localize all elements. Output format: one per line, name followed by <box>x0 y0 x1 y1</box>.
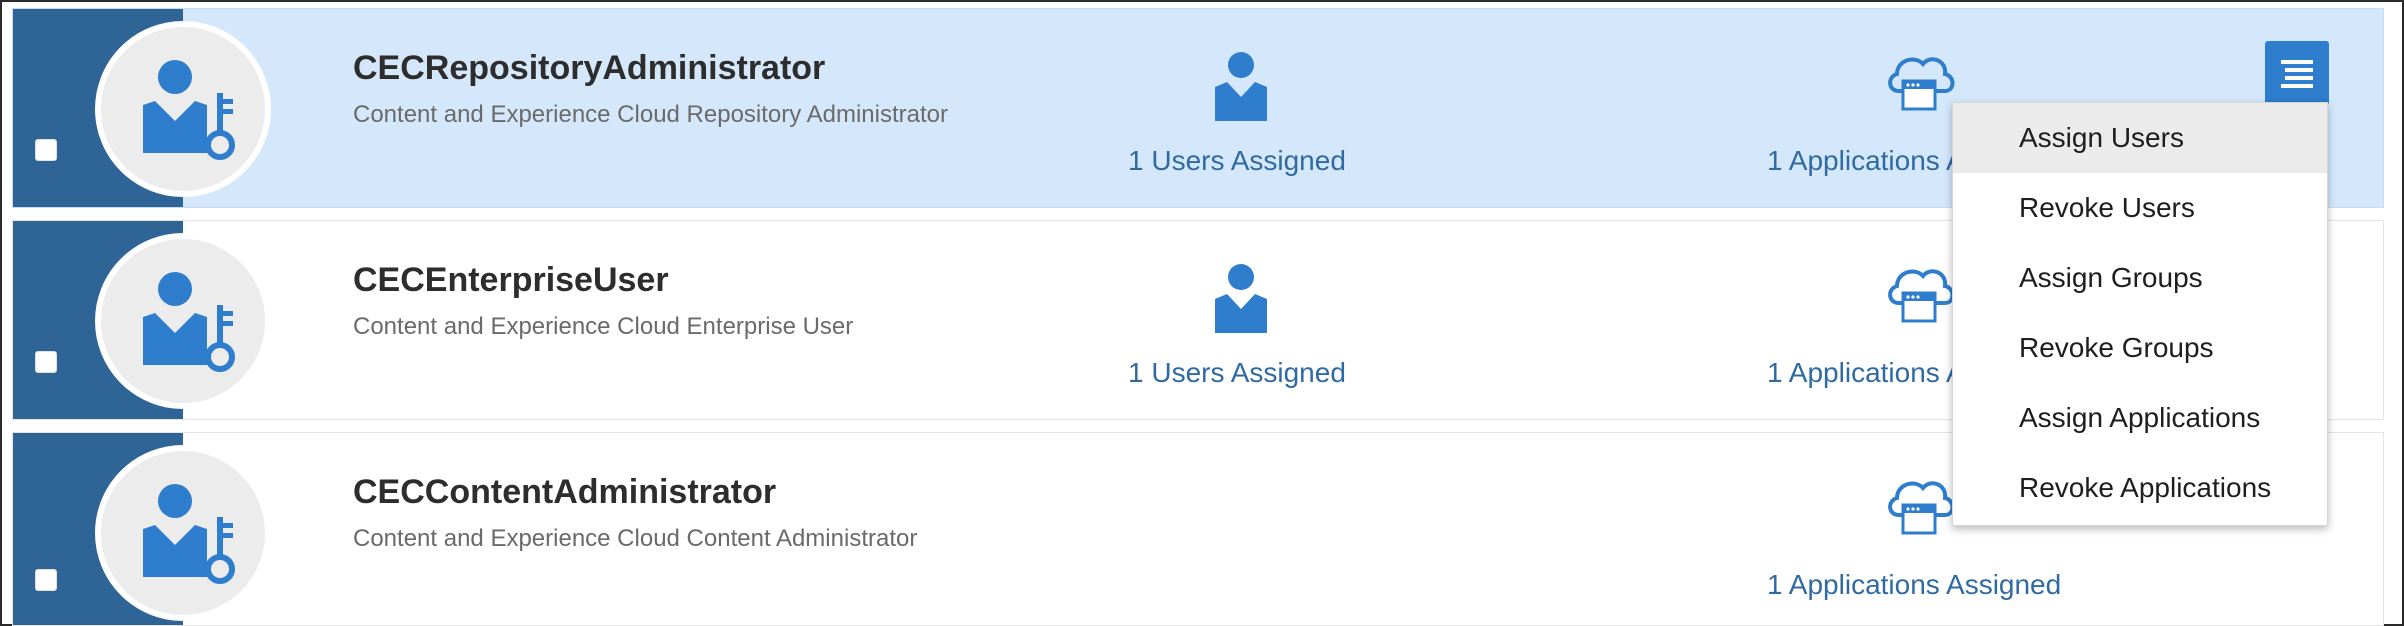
row-checkbox[interactable] <box>35 569 57 591</box>
hamburger-menu-icon <box>2281 60 2313 88</box>
row-actions-menu-button[interactable] <box>2265 41 2329 105</box>
cloud-application-icon <box>1888 57 1955 111</box>
role-name: CECEnterpriseUser <box>353 261 669 299</box>
row-checkbox[interactable] <box>35 351 57 373</box>
role-user-key-icon <box>143 60 235 160</box>
role-avatar <box>95 233 271 409</box>
row-actions-dropdown: Assign Users Revoke Users Assign Groups … <box>1952 102 2328 526</box>
role-user-key-icon <box>143 484 235 584</box>
user-icon <box>1215 264 1267 333</box>
cloud-application-icon <box>1888 269 1955 323</box>
users-assigned-link[interactable]: 1 Users Assigned <box>1128 145 1346 177</box>
user-icon <box>1215 52 1267 121</box>
menu-item-revoke-applications[interactable]: Revoke Applications <box>1953 453 2327 523</box>
menu-item-revoke-groups[interactable]: Revoke Groups <box>1953 313 2327 383</box>
row-checkbox[interactable] <box>35 139 57 161</box>
role-description: Content and Experience Cloud Content Adm… <box>353 525 918 552</box>
role-name: CECContentAdministrator <box>353 473 777 511</box>
menu-item-assign-applications[interactable]: Assign Applications <box>1953 383 2327 453</box>
applications-assigned-link[interactable]: 1 Applications Assigned <box>1767 569 2061 601</box>
menu-item-assign-groups[interactable]: Assign Groups <box>1953 243 2327 313</box>
menu-item-assign-users[interactable]: Assign Users <box>1953 103 2327 173</box>
users-assigned-link[interactable]: 1 Users Assigned <box>1128 357 1346 389</box>
role-avatar <box>95 21 271 197</box>
role-description: Content and Experience Cloud Enterprise … <box>353 313 854 340</box>
role-user-key-icon <box>143 272 235 372</box>
role-avatar <box>95 445 271 621</box>
cloud-application-icon <box>1888 481 1955 535</box>
role-name: CECRepositoryAdministrator <box>353 49 826 87</box>
role-description: Content and Experience Cloud Repository … <box>353 101 948 128</box>
menu-item-revoke-users[interactable]: Revoke Users <box>1953 173 2327 243</box>
